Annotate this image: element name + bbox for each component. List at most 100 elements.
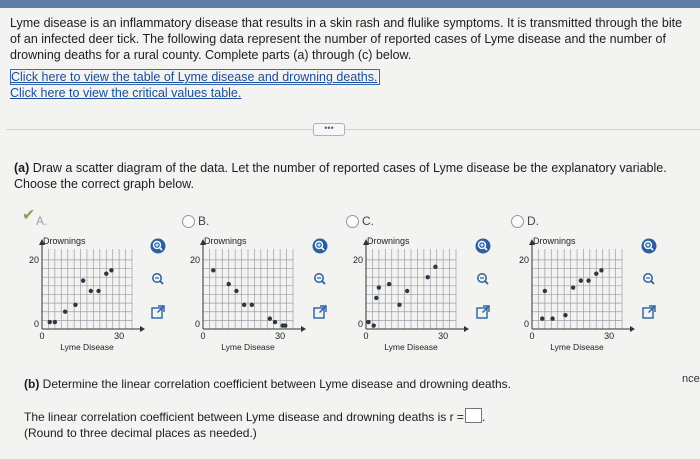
zoom-out-icon[interactable] bbox=[641, 271, 657, 287]
x-axis-label: Lyme Disease bbox=[60, 342, 114, 352]
y-axis-label: Drownings bbox=[43, 236, 86, 246]
data-point bbox=[80, 278, 86, 283]
r-period: . bbox=[481, 410, 486, 424]
graph-option-b: Drownings 20 0 0 30 Lyme Disease bbox=[183, 233, 313, 355]
option-d-radio[interactable] bbox=[511, 215, 524, 228]
x-tick-label: 30 bbox=[275, 331, 285, 341]
data-point bbox=[52, 319, 58, 325]
zoom-in-icon[interactable] bbox=[475, 238, 491, 254]
data-point bbox=[104, 271, 109, 276]
data-point bbox=[47, 319, 52, 325]
popout-icon[interactable] bbox=[641, 304, 657, 320]
data-point bbox=[267, 316, 273, 321]
x-axis-label: Lyme Disease bbox=[550, 342, 604, 352]
data-point bbox=[88, 288, 94, 294]
popout-icon[interactable] bbox=[150, 304, 166, 320]
data-point bbox=[249, 302, 255, 308]
option-a-letter: A. bbox=[36, 214, 48, 228]
zoom-out-icon[interactable] bbox=[475, 271, 491, 287]
x-axis-label: Lyme Disease bbox=[384, 342, 438, 352]
data-table-link[interactable]: Click here to view the table of Lyme dis… bbox=[10, 69, 381, 85]
edge-text: nce bbox=[682, 373, 700, 385]
data-point bbox=[386, 281, 392, 287]
x-tick-label: 0 bbox=[200, 331, 205, 341]
data-point bbox=[234, 288, 239, 294]
y-tick-label: 0 bbox=[358, 319, 363, 329]
r-answer-input[interactable] bbox=[464, 408, 482, 423]
r-answer-area: The linear correlation coefficient betwe… bbox=[24, 408, 485, 441]
scatter-plot-c: Drownings 20 00 30Lyme Disease bbox=[353, 236, 469, 352]
y-axis-label: Drownings bbox=[367, 236, 410, 246]
zoom-in-icon[interactable] bbox=[641, 238, 657, 254]
data-point bbox=[283, 323, 288, 328]
zoom-out-icon[interactable] bbox=[150, 271, 166, 287]
data-point bbox=[96, 288, 101, 294]
option-b-radio[interactable] bbox=[182, 215, 195, 228]
x-axis-arrow bbox=[630, 326, 635, 332]
zoom-in-icon[interactable] bbox=[312, 238, 328, 254]
graph-option-c: Drownings 20 0 0 30 Lyme Disease bbox=[346, 233, 476, 355]
data-point bbox=[73, 302, 78, 308]
data-point bbox=[550, 316, 555, 321]
option-c-radio[interactable] bbox=[346, 215, 359, 228]
problem-intro: Lyme disease is an inflammatory disease … bbox=[10, 16, 683, 62]
popout-icon[interactable] bbox=[312, 304, 328, 320]
data-point bbox=[366, 319, 371, 325]
zoom-in-icon[interactable] bbox=[150, 238, 166, 254]
data-point bbox=[404, 288, 410, 294]
checkmark-icon: ✔ bbox=[22, 207, 36, 224]
data-point bbox=[594, 271, 599, 276]
data-point bbox=[109, 268, 114, 273]
data-point bbox=[226, 281, 231, 287]
data-point bbox=[542, 288, 548, 294]
data-point bbox=[540, 316, 545, 321]
x-axis-arrow bbox=[301, 326, 306, 332]
zoom-out-icon[interactable] bbox=[312, 271, 328, 287]
x-tick-label: 0 bbox=[363, 331, 368, 341]
x-axis-arrow bbox=[464, 326, 469, 332]
x-axis-label: Lyme Disease bbox=[221, 342, 275, 352]
graph-option-a: Drownings 20 0 0 30 Lyme Disease bbox=[22, 233, 152, 355]
data-point bbox=[578, 278, 584, 283]
x-tick-label: 30 bbox=[604, 331, 614, 341]
data-point bbox=[599, 268, 604, 273]
part-b-text: Determine the linear correlation coeffic… bbox=[42, 377, 511, 391]
part-b-question: (b) Determine the linear correlation coe… bbox=[24, 377, 511, 391]
option-b-letter: B. bbox=[198, 214, 210, 228]
x-tick-label: 0 bbox=[39, 331, 44, 341]
graph-option-d: Drownings 20 0 0 30 Lyme Disease bbox=[512, 233, 642, 355]
data-point bbox=[62, 309, 68, 314]
data-point bbox=[211, 268, 216, 273]
popout-icon[interactable] bbox=[475, 304, 491, 320]
critical-values-link[interactable]: Click here to view the critical values t… bbox=[10, 86, 241, 100]
data-point bbox=[374, 295, 379, 301]
top-bar bbox=[0, 0, 700, 8]
y-axis-label: Drownings bbox=[533, 236, 576, 246]
rounding-note: (Round to three decimal places as needed… bbox=[24, 426, 257, 440]
y-tick-label: 20 bbox=[190, 255, 200, 265]
data-point bbox=[563, 312, 568, 318]
y-tick-label: 0 bbox=[524, 319, 529, 329]
y-tick-label: 20 bbox=[29, 255, 39, 265]
data-point bbox=[376, 285, 382, 290]
y-tick-label: 0 bbox=[195, 319, 200, 329]
x-tick-label: 30 bbox=[114, 331, 124, 341]
r-sentence: The linear correlation coefficient betwe… bbox=[24, 410, 464, 424]
x-axis-arrow bbox=[140, 326, 145, 332]
data-point bbox=[371, 323, 376, 328]
part-a-text: Draw a scatter diagram of the data. Let … bbox=[14, 161, 667, 191]
y-tick-label: 0 bbox=[34, 319, 39, 329]
data-point bbox=[272, 319, 278, 325]
part-a-question: (a) Draw a scatter diagram of the data. … bbox=[14, 160, 694, 192]
separator bbox=[6, 129, 700, 130]
y-axis-label: Drownings bbox=[204, 236, 247, 246]
more-button[interactable]: ••• bbox=[313, 123, 345, 136]
data-point bbox=[570, 285, 576, 290]
data-point bbox=[586, 278, 591, 283]
scatter-plot-b: Drownings 20 00 30Lyme Disease bbox=[190, 236, 306, 352]
data-point bbox=[425, 274, 430, 280]
data-point bbox=[397, 302, 402, 308]
scatter-plot-a: Drownings 20 00 30Lyme Disease bbox=[29, 236, 145, 352]
option-c-letter: C. bbox=[362, 214, 374, 228]
data-point bbox=[241, 302, 247, 308]
